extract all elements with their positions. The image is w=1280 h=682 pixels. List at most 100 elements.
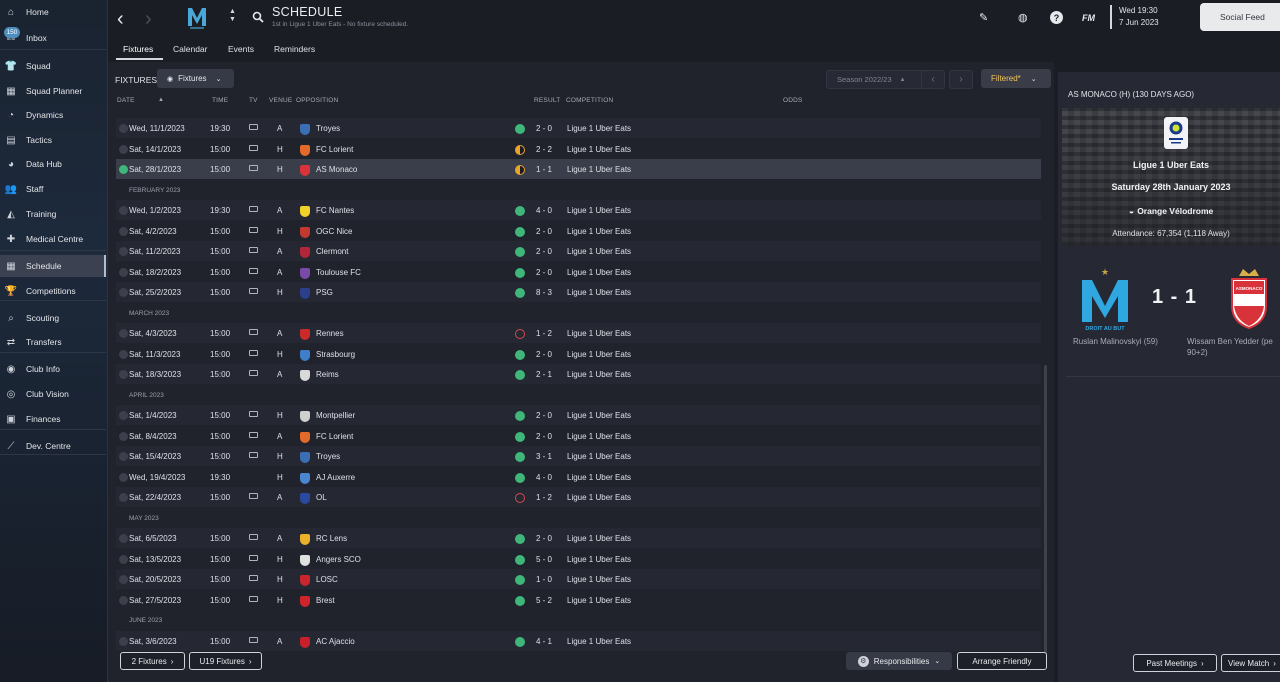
season-selector[interactable]: Season 2022/23 ▲: [826, 70, 926, 89]
fixture-result[interactable]: 1 - 0: [536, 575, 552, 584]
u19-fixtures-button[interactable]: U19 Fixtures ›: [189, 652, 262, 670]
fixture-result[interactable]: 2 - 0: [536, 124, 552, 133]
fixture-row[interactable]: Sat, 28/1/2023 15:00 H AS Monaco 1 - 1 Ligue …: [116, 159, 1041, 179]
fixture-opposition[interactable]: AJ Auxerre: [316, 473, 355, 482]
fixture-result[interactable]: 5 - 2: [536, 596, 552, 605]
fixture-row[interactable]: Sat, 4/3/2023 15:00 A Rennes 1 - 2 Ligue 1 Ub…: [116, 323, 1041, 343]
fixture-result[interactable]: 1 - 2: [536, 493, 552, 502]
fixture-competition[interactable]: Ligue 1 Uber Eats: [567, 637, 631, 646]
col-header-opposition[interactable]: OPPOSITION: [296, 97, 338, 104]
fixture-opposition[interactable]: Rennes: [316, 329, 344, 338]
fixture-result[interactable]: 4 - 0: [536, 473, 552, 482]
sidebar-item-tactics[interactable]: ▤ Tactics: [0, 129, 106, 151]
club-crest-icon[interactable]: [183, 4, 211, 32]
fixture-result[interactable]: 8 - 3: [536, 288, 552, 297]
fixture-competition[interactable]: Ligue 1 Uber Eats: [567, 493, 631, 502]
fixture-opposition[interactable]: OL: [316, 493, 327, 502]
fixture-row[interactable]: Sat, 1/4/2023 15:00 H Montpellier 2 - 0 Ligue…: [116, 405, 1041, 425]
fixture-competition[interactable]: Ligue 1 Uber Eats: [567, 350, 631, 359]
fixture-competition[interactable]: Ligue 1 Uber Eats: [567, 575, 631, 584]
cycle-club-icon[interactable]: ▲ ▼: [229, 8, 236, 24]
sidebar-item-club-vision[interactable]: ◎ Club Vision: [0, 383, 106, 405]
fixture-result[interactable]: 4 - 1: [536, 637, 552, 646]
fixture-opposition[interactable]: Toulouse FC: [316, 268, 361, 277]
fixture-result[interactable]: 2 - 0: [536, 350, 552, 359]
fixture-opposition[interactable]: OGC Nice: [316, 227, 352, 236]
fixture-competition[interactable]: Ligue 1 Uber Eats: [567, 370, 631, 379]
next-season-button[interactable]: ›: [949, 70, 973, 89]
sidebar-item-data-hub[interactable]: ◕ Data Hub: [0, 153, 106, 175]
fixture-competition[interactable]: Ligue 1 Uber Eats: [567, 596, 631, 605]
fixture-competition[interactable]: Ligue 1 Uber Eats: [567, 555, 631, 564]
fixture-result[interactable]: 3 - 1: [536, 452, 552, 461]
sidebar-item-medical-centre[interactable]: ✚ Medical Centre: [0, 228, 106, 250]
fixture-opposition[interactable]: LOSC: [316, 575, 338, 584]
fixture-competition[interactable]: Ligue 1 Uber Eats: [567, 329, 631, 338]
fixture-row[interactable]: Sat, 6/5/2023 15:00 A RC Lens 2 - 0 Ligue 1 U…: [116, 528, 1041, 548]
fixture-opposition[interactable]: Angers SCO: [316, 555, 361, 564]
fixture-competition[interactable]: Ligue 1 Uber Eats: [567, 165, 631, 174]
fixture-opposition[interactable]: Strasbourg: [316, 350, 355, 359]
social-feed-button[interactable]: Social Feed: [1200, 3, 1280, 31]
back-arrow-icon[interactable]: ‹: [117, 8, 124, 31]
fixture-result[interactable]: 2 - 1: [536, 370, 552, 379]
arrange-friendly-button[interactable]: Arrange Friendly: [957, 652, 1047, 670]
tab-events[interactable]: Events: [228, 44, 254, 54]
fixture-result[interactable]: 2 - 0: [536, 534, 552, 543]
sidebar-item-staff[interactable]: 👥 Staff: [0, 178, 106, 200]
sidebar-item-scouting[interactable]: ⌕ Scouting: [0, 307, 106, 329]
fixture-row[interactable]: Sat, 11/3/2023 15:00 H Strasbourg 2 - 0 Ligue…: [116, 344, 1041, 364]
fixture-row[interactable]: Sat, 27/5/2023 15:00 H Brest 5 - 2 Ligue 1 Ub…: [116, 590, 1041, 610]
col-header-result[interactable]: RESULT: [534, 97, 560, 104]
sidebar-item-club-info[interactable]: ◉ Club Info: [0, 358, 106, 380]
fixtures-dropdown[interactable]: ◉ Fixtures ⌄: [157, 69, 234, 88]
globe-icon[interactable]: ◍: [1018, 11, 1028, 24]
fixture-row[interactable]: Sat, 18/3/2023 15:00 A Reims 2 - 1 Ligue 1 Ub…: [116, 364, 1041, 384]
filter-dropdown[interactable]: Filtered* ⌄: [981, 69, 1051, 88]
prev-season-button[interactable]: ‹: [921, 70, 945, 89]
fixture-opposition[interactable]: Reims: [316, 370, 339, 379]
fixture-opposition[interactable]: Brest: [316, 596, 335, 605]
fixture-row[interactable]: Wed, 11/1/2023 19:30 A Troyes 2 - 0 Ligue 1 U…: [116, 118, 1041, 138]
col-header-odds[interactable]: ODDS: [783, 97, 803, 104]
fixture-competition[interactable]: Ligue 1 Uber Eats: [567, 534, 631, 543]
fixture-opposition[interactable]: FC Nantes: [316, 206, 354, 215]
sidebar-item-finances[interactable]: ▣ Finances: [0, 408, 106, 430]
sidebar-item-squad-planner[interactable]: ▦ Squad Planner: [0, 80, 106, 102]
fixture-opposition[interactable]: Clermont: [316, 247, 348, 256]
marseille-crest-icon[interactable]: ★ DROIT AU BUT: [1078, 266, 1132, 332]
fixture-result[interactable]: 2 - 0: [536, 411, 552, 420]
col-header-competition[interactable]: COMPETITION: [566, 97, 613, 104]
fixture-opposition[interactable]: Montpellier: [316, 411, 355, 420]
fixture-competition[interactable]: Ligue 1 Uber Eats: [567, 411, 631, 420]
fixture-result[interactable]: 5 - 0: [536, 555, 552, 564]
fixture-opposition[interactable]: FC Lorient: [316, 145, 353, 154]
fixture-row[interactable]: Wed, 19/4/2023 19:30 H AJ Auxerre 4 - 0 Ligue…: [116, 467, 1041, 487]
fixture-row[interactable]: Sat, 4/2/2023 15:00 H OGC Nice 2 - 0 Ligue 1 …: [116, 221, 1041, 241]
col-header-venue[interactable]: VENUE: [269, 97, 292, 104]
fixture-opposition[interactable]: RC Lens: [316, 534, 347, 543]
fixture-row[interactable]: Sat, 18/2/2023 15:00 A Toulouse FC 2 - 0 Ligu…: [116, 262, 1041, 282]
fixture-opposition[interactable]: AS Monaco: [316, 165, 357, 174]
fixture-competition[interactable]: Ligue 1 Uber Eats: [567, 432, 631, 441]
view-match-button[interactable]: View Match ›: [1221, 654, 1280, 672]
fixture-result[interactable]: 2 - 0: [536, 268, 552, 277]
fixture-row[interactable]: Sat, 14/1/2023 15:00 H FC Lorient 2 - 2 Ligue…: [116, 139, 1041, 159]
fixture-competition[interactable]: Ligue 1 Uber Eats: [567, 268, 631, 277]
col-header-tv[interactable]: TV: [249, 97, 258, 104]
fixture-result[interactable]: 2 - 0: [536, 227, 552, 236]
fm-menu-button[interactable]: FM: [1082, 13, 1095, 23]
tab-fixtures[interactable]: Fixtures: [123, 44, 153, 54]
fixture-competition[interactable]: Ligue 1 Uber Eats: [567, 452, 631, 461]
sidebar-item-competitions[interactable]: 🏆 Competitions: [0, 280, 106, 302]
fixture-row[interactable]: Sat, 8/4/2023 15:00 A FC Lorient 2 - 0 Ligue …: [116, 426, 1041, 446]
fixture-competition[interactable]: Ligue 1 Uber Eats: [567, 145, 631, 154]
sidebar-item-transfers[interactable]: ⇄ Transfers: [0, 331, 106, 353]
fixture-row[interactable]: Sat, 3/6/2023 15:00 A AC Ajaccio 4 - 1 Ligue …: [116, 630, 1041, 651]
game-date[interactable]: Wed 19:30 7 Jun 2023: [1110, 5, 1159, 29]
fixture-opposition[interactable]: FC Lorient: [316, 432, 353, 441]
fixture-row[interactable]: Sat, 13/5/2023 15:00 H Angers SCO 5 - 0 Ligue…: [116, 549, 1041, 569]
fixture-opposition[interactable]: PSG: [316, 288, 333, 297]
fixture-competition[interactable]: Ligue 1 Uber Eats: [567, 247, 631, 256]
edit-icon[interactable]: ✎: [979, 11, 988, 24]
